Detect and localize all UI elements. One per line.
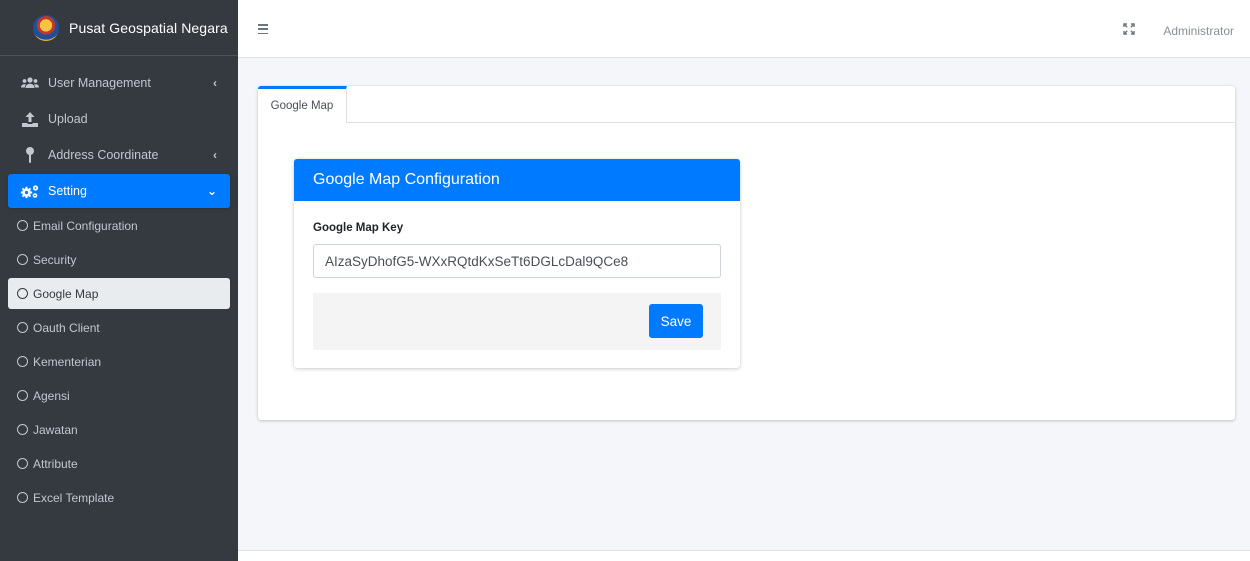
chevron-left-icon: ‹ <box>213 148 217 162</box>
sidebar-nav: User Management ‹ Upload Address Coordin <box>0 56 238 513</box>
sidebar-item-label: Upload <box>48 112 88 126</box>
google-map-key-input[interactable] <box>313 244 721 278</box>
sidebar-subitem-kementerian[interactable]: Kementerian <box>8 346 230 377</box>
brand-logo-icon <box>33 14 59 41</box>
users-icon <box>19 76 41 90</box>
circle-icon <box>17 288 28 299</box>
cogs-icon <box>19 184 41 199</box>
tab-bar: Google Map <box>258 86 1235 124</box>
fullscreen-icon[interactable] <box>1123 23 1135 35</box>
sidebar: Pusat Geospatial Negara User Management … <box>0 0 238 561</box>
sidebar-subitem-agensi[interactable]: Agensi <box>8 380 230 411</box>
sidebar-item-setting[interactable]: Setting ⌄ <box>8 174 230 208</box>
sidebar-subitem-label: Email Configuration <box>33 218 138 233</box>
sidebar-subitem-label: Attribute <box>33 456 78 471</box>
sidebar-subitem-label: Jawatan <box>33 422 78 437</box>
sidebar-subitem-label: Excel Template <box>33 490 115 505</box>
user-menu[interactable]: Administrator <box>1163 24 1234 38</box>
sidebar-subitem-label: Kementerian <box>33 354 102 369</box>
circle-icon <box>17 390 28 401</box>
card-footer: Save <box>313 293 721 350</box>
sidebar-subitem-google-map[interactable]: Google Map <box>8 278 230 309</box>
map-pin-icon <box>19 147 41 163</box>
sidebar-subitem-jawatan[interactable]: Jawatan <box>8 414 230 445</box>
sidebar-item-label: Setting <box>48 184 87 198</box>
brand-name: Pusat Geospatial Negara <box>69 19 228 36</box>
upload-icon <box>19 111 41 127</box>
app: Pusat Geospatial Negara User Management … <box>0 0 1250 561</box>
sidebar-subitem-label: Agensi <box>33 388 70 403</box>
sidebar-subitem-email-configuration[interactable]: Email Configuration <box>8 210 230 241</box>
sidebar-item-user-management[interactable]: User Management ‹ <box>8 66 230 100</box>
sidebar-subitem-label: Security <box>33 252 77 267</box>
sidebar-subitem-oauth-client[interactable]: Oauth Client <box>8 312 230 343</box>
menu-toggle-icon[interactable] <box>258 24 268 34</box>
sidebar-item-address-coordinate[interactable]: Address Coordinate ‹ <box>8 138 230 172</box>
google-map-key-label: Google Map Key <box>313 222 404 234</box>
chevron-down-icon: ⌄ <box>206 184 217 198</box>
circle-icon <box>17 356 28 367</box>
page-footer <box>238 550 1250 561</box>
circle-icon <box>17 458 28 469</box>
google-map-config-card: Google Map Configuration Google Map Key … <box>294 159 740 368</box>
sidebar-subitem-label: Google Map <box>33 286 99 301</box>
circle-icon <box>17 254 28 265</box>
circle-icon <box>17 322 28 333</box>
config-card-title: Google Map Configuration <box>294 159 740 201</box>
circle-icon <box>17 424 28 435</box>
sidebar-item-label: Address Coordinate <box>48 148 159 162</box>
sidebar-item-label: User Management <box>48 76 151 90</box>
sidebar-subitem-attribute[interactable]: Attribute <box>8 448 230 479</box>
chevron-left-icon: ‹ <box>213 76 217 90</box>
top-navbar: Administrator <box>238 0 1250 58</box>
brand-link[interactable]: Pusat Geospatial Negara <box>0 0 238 56</box>
sidebar-subitem-excel-template[interactable]: Excel Template <box>8 482 230 513</box>
circle-icon <box>17 220 28 231</box>
sidebar-subitem-security[interactable]: Security <box>8 244 230 275</box>
tab-google-map[interactable]: Google Map <box>258 86 347 124</box>
settings-tab-card: Google Map Google Map Configuration Goog… <box>258 86 1235 420</box>
circle-icon <box>17 492 28 503</box>
save-button[interactable]: Save <box>649 304 703 338</box>
sidebar-item-upload[interactable]: Upload <box>8 102 230 136</box>
sidebar-subitem-label: Oauth Client <box>33 320 100 335</box>
